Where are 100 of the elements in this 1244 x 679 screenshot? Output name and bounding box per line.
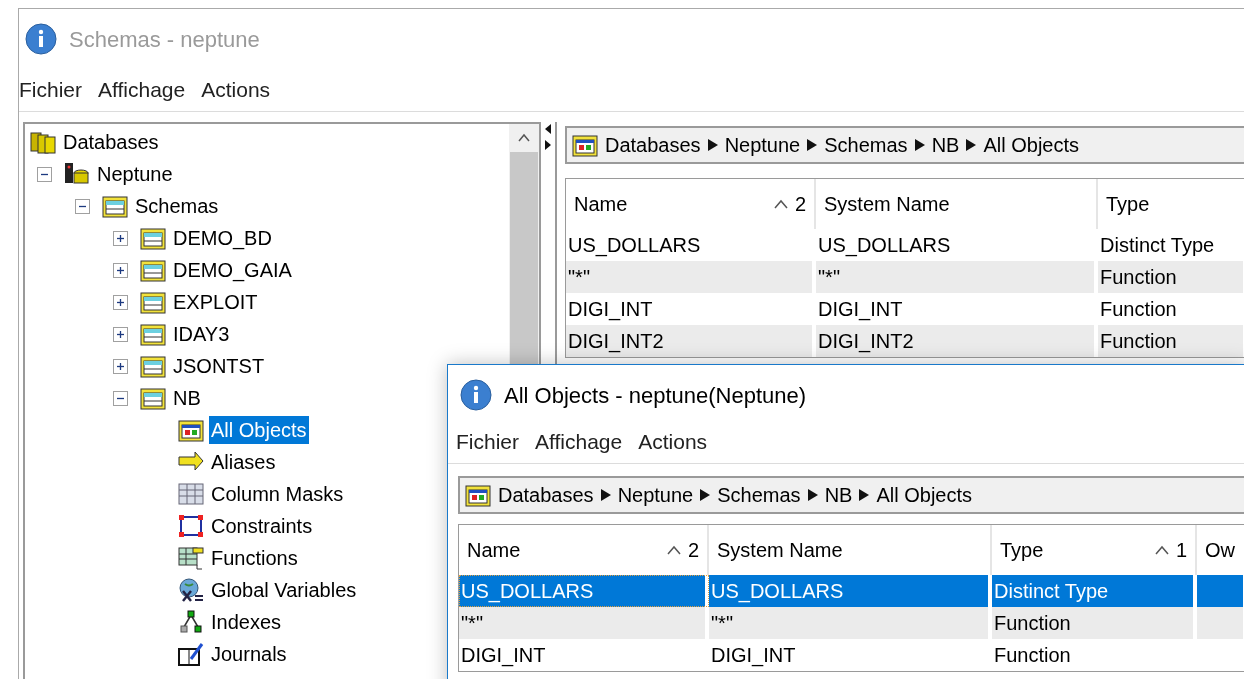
table-row[interactable]: "*" "*" Function xyxy=(459,607,1244,639)
tree-item[interactable]: Global Variables xyxy=(209,576,359,604)
breadcrumb-item[interactable]: NB xyxy=(824,480,853,510)
info-icon xyxy=(460,379,492,411)
folder-table-icon xyxy=(139,289,167,315)
sort-chevron-icon xyxy=(1153,545,1170,555)
table-cell-text: DIGI_INT2 xyxy=(568,329,664,355)
tree-item[interactable]: DEMO_GAIA xyxy=(171,256,294,284)
plus-box-icon[interactable] xyxy=(113,230,128,246)
folder-table-icon xyxy=(139,225,167,251)
table-cell-text: US_DOLLARS xyxy=(461,579,594,605)
breadcrumb-item[interactable]: Databases xyxy=(605,130,701,160)
sort-rank: 2 xyxy=(794,192,806,217)
tree-item[interactable]: EXPLOIT xyxy=(171,288,260,316)
table-row[interactable]: "*" "*" Function xyxy=(566,261,1244,293)
sort-chevron-icon xyxy=(665,545,682,555)
plus-box-icon[interactable] xyxy=(113,358,128,374)
triangle-icon xyxy=(706,138,719,152)
folder-table-icon xyxy=(139,321,167,347)
plus-box-icon[interactable] xyxy=(113,262,128,278)
folder-table-icon xyxy=(139,257,167,283)
window-title: All Objects - neptune(Neptune) xyxy=(504,381,807,410)
tree-item[interactable]: Aliases xyxy=(209,448,278,476)
breadcrumb-item[interactable]: Neptune xyxy=(724,130,801,160)
minus-box-icon[interactable] xyxy=(75,198,90,214)
menu-item[interactable]: Fichier xyxy=(19,74,82,106)
table-cell-text: US_DOLLARS xyxy=(818,233,951,259)
triangle-icon xyxy=(965,138,978,152)
tree-item[interactable]: JSONTST xyxy=(171,352,267,380)
plus-box-icon[interactable] xyxy=(113,326,128,342)
tree-item[interactable]: Column Masks xyxy=(209,480,346,508)
table-row[interactable]: DIGI_INT2 DIGI_INT2 Function xyxy=(566,325,1244,357)
menu-item[interactable]: Affichage xyxy=(535,426,623,458)
tree-item[interactable]: Journals xyxy=(209,640,289,668)
menu-item[interactable]: Actions xyxy=(201,74,271,106)
table-cell-text: "*" xyxy=(711,611,733,636)
table-cell-text: "*" xyxy=(568,265,590,290)
table-cell-text: DIGI_INT xyxy=(711,643,796,669)
window-folder-icon xyxy=(464,482,492,508)
minus-box-icon[interactable] xyxy=(37,166,52,182)
breadcrumb-item[interactable]: Neptune xyxy=(617,480,694,510)
menu-item[interactable]: Fichier xyxy=(456,426,519,458)
breadcrumb-item[interactable]: Schemas xyxy=(824,130,908,160)
triangle-icon xyxy=(913,138,926,152)
folder-table-icon xyxy=(139,385,167,411)
sort-rank: 2 xyxy=(687,538,699,563)
folder-table-icon xyxy=(139,353,167,379)
menu-item[interactable]: Actions xyxy=(638,426,708,458)
table-cell-text: Function xyxy=(994,643,1071,668)
tree-item[interactable]: Constraints xyxy=(209,512,315,540)
table-cell-text: "*" xyxy=(818,265,840,290)
breadcrumb-item[interactable]: Databases xyxy=(498,480,594,510)
table-cell-text: DIGI_INT xyxy=(568,297,653,323)
table-cell-text: Distinct Type xyxy=(1100,233,1215,258)
folder-table-icon xyxy=(101,193,129,219)
constraint-arrows-icon xyxy=(177,513,205,539)
database-stack-icon xyxy=(29,129,57,155)
triangle-icon xyxy=(858,488,871,502)
tree-item[interactable]: Databases xyxy=(61,128,161,156)
table-cell-text: US_DOLLARS xyxy=(568,233,701,259)
breadcrumb-item[interactable]: NB xyxy=(931,130,960,160)
table-cell-text: US_DOLLARS xyxy=(711,579,844,605)
table-cell-text: DIGI_INT2 xyxy=(818,329,914,355)
collapse-left-icon[interactable] xyxy=(545,124,551,134)
window-folder-icon xyxy=(177,417,205,443)
table-cell-text: Function xyxy=(1100,329,1177,354)
menu-item[interactable]: Affichage xyxy=(98,74,186,106)
triangle-icon xyxy=(599,488,612,502)
tree-item[interactable]: Neptune xyxy=(95,160,175,188)
globe-icon xyxy=(177,577,205,603)
breadcrumb-item[interactable]: All Objects xyxy=(876,480,972,510)
expand-right-icon[interactable] xyxy=(545,140,551,150)
tree-item[interactable]: NB xyxy=(171,384,203,412)
table-icon xyxy=(177,545,205,571)
table-cell-text: Function xyxy=(1100,265,1177,290)
grid-icon xyxy=(177,481,205,507)
tree-item[interactable]: IDAY3 xyxy=(171,320,232,348)
window-title: Schemas - neptune xyxy=(69,25,260,54)
sort-rank: 1 xyxy=(1175,538,1187,563)
table-row[interactable]: US_DOLLARS US_DOLLARS Distinct Type xyxy=(459,575,1244,607)
info-icon xyxy=(25,23,57,55)
table-cell-text: Distinct Type xyxy=(994,579,1109,604)
tree-item[interactable]: DEMO_BD xyxy=(171,224,274,252)
table-cell-text: DIGI_INT xyxy=(461,643,546,669)
server-database-icon xyxy=(63,161,91,187)
minus-box-icon[interactable] xyxy=(113,390,128,406)
table-cell-text: DIGI_INT xyxy=(818,297,903,323)
table-cell-text: Function xyxy=(994,611,1071,636)
tree-item[interactable]: Schemas xyxy=(133,192,221,220)
triangle-icon xyxy=(699,488,712,502)
breadcrumb-item[interactable]: All Objects xyxy=(983,130,1079,160)
tree-item[interactable]: Functions xyxy=(209,544,300,572)
breadcrumb-item[interactable]: Schemas xyxy=(717,480,801,510)
window-folder-icon xyxy=(571,132,599,158)
plus-box-icon[interactable] xyxy=(113,294,128,310)
tree-item[interactable]: Indexes xyxy=(209,608,284,636)
table-cell-text: Function xyxy=(1100,297,1177,322)
hierarchy-icon xyxy=(177,609,205,635)
table-cell-text: "*" xyxy=(461,611,483,636)
tree-item[interactable]: All Objects xyxy=(209,416,309,444)
